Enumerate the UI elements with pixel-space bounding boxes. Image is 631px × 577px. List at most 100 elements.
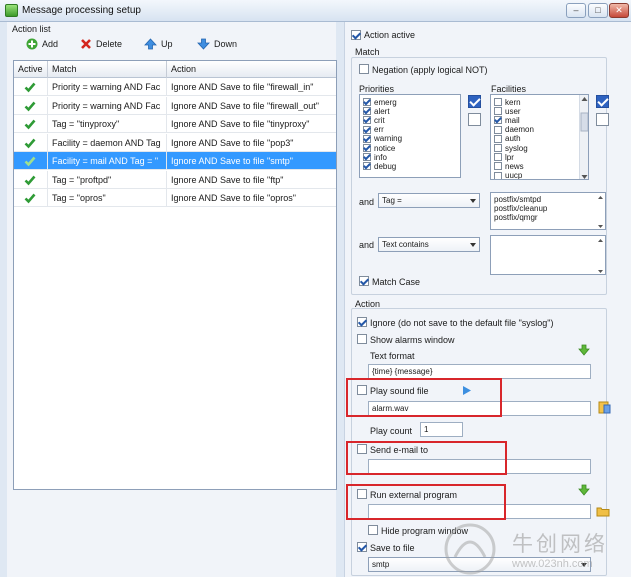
negation-label: Negation (apply logical NOT)	[372, 65, 488, 75]
text-operator-select[interactable]: Text contains	[378, 237, 480, 252]
title-bar: Message processing setup – □ ✕	[0, 0, 631, 22]
priorities-checkbox[interactable]	[363, 98, 371, 106]
facilities-label: uucp	[505, 171, 523, 180]
match-case-checkbox[interactable]	[359, 276, 369, 286]
facilities-label: Facilities	[491, 84, 527, 94]
action-cell: Ignore AND Save to file "pop3"	[171, 137, 294, 148]
priorities-checkbox[interactable]	[363, 125, 371, 134]
add-button[interactable]: Add	[26, 36, 58, 52]
facilities-select-all-checkbox[interactable]	[596, 95, 609, 108]
table-row[interactable]: Tag = "tinyproxy" Ignore AND Save to file…	[14, 115, 336, 133]
priorities-checkbox[interactable]	[363, 134, 371, 143]
facilities-checkbox[interactable]	[494, 125, 502, 134]
down-button[interactable]: Down	[197, 36, 237, 52]
facilities-label: auth	[505, 134, 521, 144]
priorities-checkbox[interactable]	[363, 107, 371, 116]
priorities-checkbox[interactable]	[363, 116, 371, 125]
show-alarms-checkbox[interactable]	[357, 334, 367, 344]
tag-values-scrollbar[interactable]	[596, 193, 605, 229]
priorities-item-debug[interactable]: debug	[363, 161, 396, 171]
table-row[interactable]: Priority = warning AND Fac Ignore AND Sav…	[14, 78, 336, 96]
save-file-value: smtp	[372, 560, 390, 569]
match-label: Match	[355, 47, 380, 57]
priorities-checkbox[interactable]	[363, 153, 371, 162]
priorities-select-none-checkbox[interactable]	[468, 113, 481, 126]
text-values-scrollbar[interactable]	[596, 236, 605, 274]
ignore-checkbox[interactable]	[357, 317, 367, 327]
text-values-list[interactable]	[490, 235, 606, 275]
hide-window-label: Hide program window	[381, 526, 469, 536]
hide-window-checkbox[interactable]	[368, 525, 378, 535]
up-button[interactable]: Up	[144, 36, 173, 52]
column-header-active[interactable]: Active	[18, 64, 43, 74]
and-label-1: and	[359, 197, 375, 207]
tag-operator-value: Tag =	[382, 196, 402, 205]
priorities-select-all-checkbox[interactable]	[468, 95, 481, 108]
text-operator-value: Text contains	[382, 240, 429, 249]
facilities-label: lpr	[505, 152, 514, 162]
highlight-box-play-sound	[346, 378, 502, 417]
table-row[interactable]: Tag = "proftpd" Ignore AND Save to file "…	[14, 170, 336, 189]
negation-checkbox[interactable]	[359, 64, 369, 74]
active-check-icon[interactable]	[24, 155, 36, 167]
folder-icon[interactable]	[596, 506, 610, 517]
tag-values-list[interactable]: postfix/smtpd postfix/cleanup postfix/qm…	[490, 192, 606, 230]
table-row[interactable]: Priority = warning AND Fac Ignore AND Sav…	[14, 96, 336, 115]
priorities-label: notice	[374, 143, 396, 153]
priorities-label: alert	[374, 106, 390, 116]
delete-icon	[81, 39, 91, 49]
table-row[interactable]: Tag = "opros" Ignore AND Save to file "op…	[14, 189, 336, 207]
delete-button[interactable]: Delete	[80, 36, 122, 52]
facilities-select-none-checkbox[interactable]	[596, 113, 609, 126]
save-to-file-checkbox[interactable]	[357, 542, 367, 552]
text-format-input[interactable]: {time} {message}	[368, 364, 591, 379]
facilities-checkbox[interactable]	[494, 171, 502, 179]
priorities-checkbox[interactable]	[363, 144, 371, 152]
match-cell: Priority = warning AND Fac	[52, 82, 161, 92]
action-active-checkbox[interactable]	[351, 30, 361, 40]
facilities-checkbox[interactable]	[494, 162, 502, 171]
priorities-list[interactable]: emerg alert crit err warning notice info debug	[359, 94, 461, 178]
action-cell: Ignore AND Save to file "smtp"	[171, 156, 293, 166]
arrow-up-icon	[144, 38, 157, 50]
facilities-checkbox[interactable]	[494, 134, 502, 143]
insert-variable-icon[interactable]	[578, 484, 590, 496]
table-header: Active Match Action	[14, 61, 336, 78]
action-cell: Ignore AND Save to file "ftp"	[171, 174, 284, 185]
text-format-label: Text format	[370, 351, 415, 361]
facilities-checkbox[interactable]	[494, 153, 502, 162]
active-check-icon[interactable]	[24, 81, 36, 93]
action-active-label: Action active	[364, 30, 416, 40]
facilities-checkbox[interactable]	[494, 116, 502, 125]
priorities-label: err	[374, 125, 384, 135]
table-row[interactable]: Facility = mail AND Tag = " Ignore AND Sa…	[14, 152, 336, 170]
facilities-checkbox[interactable]	[494, 107, 502, 116]
table-row[interactable]: Facility = daemon AND Tag Ignore AND Save…	[14, 133, 336, 152]
save-file-select[interactable]: smtp	[368, 557, 591, 572]
active-check-icon[interactable]	[24, 100, 36, 112]
facilities-checkbox[interactable]	[494, 144, 502, 152]
active-check-icon[interactable]	[24, 118, 36, 130]
browse-file-icon[interactable]	[598, 401, 611, 414]
tag-operator-select[interactable]: Tag =	[378, 193, 480, 208]
show-alarms-label: Show alarms window	[370, 335, 455, 345]
add-icon	[26, 38, 38, 50]
minimize-button[interactable]: –	[566, 3, 586, 18]
close-button[interactable]: ✕	[609, 3, 629, 18]
facilities-list[interactable]: kern user mail daemon auth syslog lpr news uucp	[490, 94, 589, 180]
insert-variable-icon[interactable]	[578, 344, 590, 356]
active-check-icon[interactable]	[24, 174, 36, 186]
active-check-icon[interactable]	[24, 192, 36, 204]
facilities-scrollbar[interactable]	[579, 95, 588, 179]
maximize-button[interactable]: □	[588, 3, 608, 18]
action-cell: Ignore AND Save to file "firewall_out"	[171, 100, 319, 111]
active-check-icon[interactable]	[24, 137, 36, 149]
facilities-checkbox[interactable]	[494, 98, 502, 106]
play-count-input[interactable]: 1	[420, 422, 463, 437]
priorities-checkbox[interactable]	[363, 162, 371, 171]
column-header-action[interactable]: Action	[171, 64, 196, 74]
window-title: Message processing setup	[22, 5, 141, 16]
facilities-item-uucp[interactable]: uucp	[494, 171, 523, 180]
facilities-label: kern	[505, 97, 521, 107]
column-header-match[interactable]: Match	[52, 64, 77, 74]
